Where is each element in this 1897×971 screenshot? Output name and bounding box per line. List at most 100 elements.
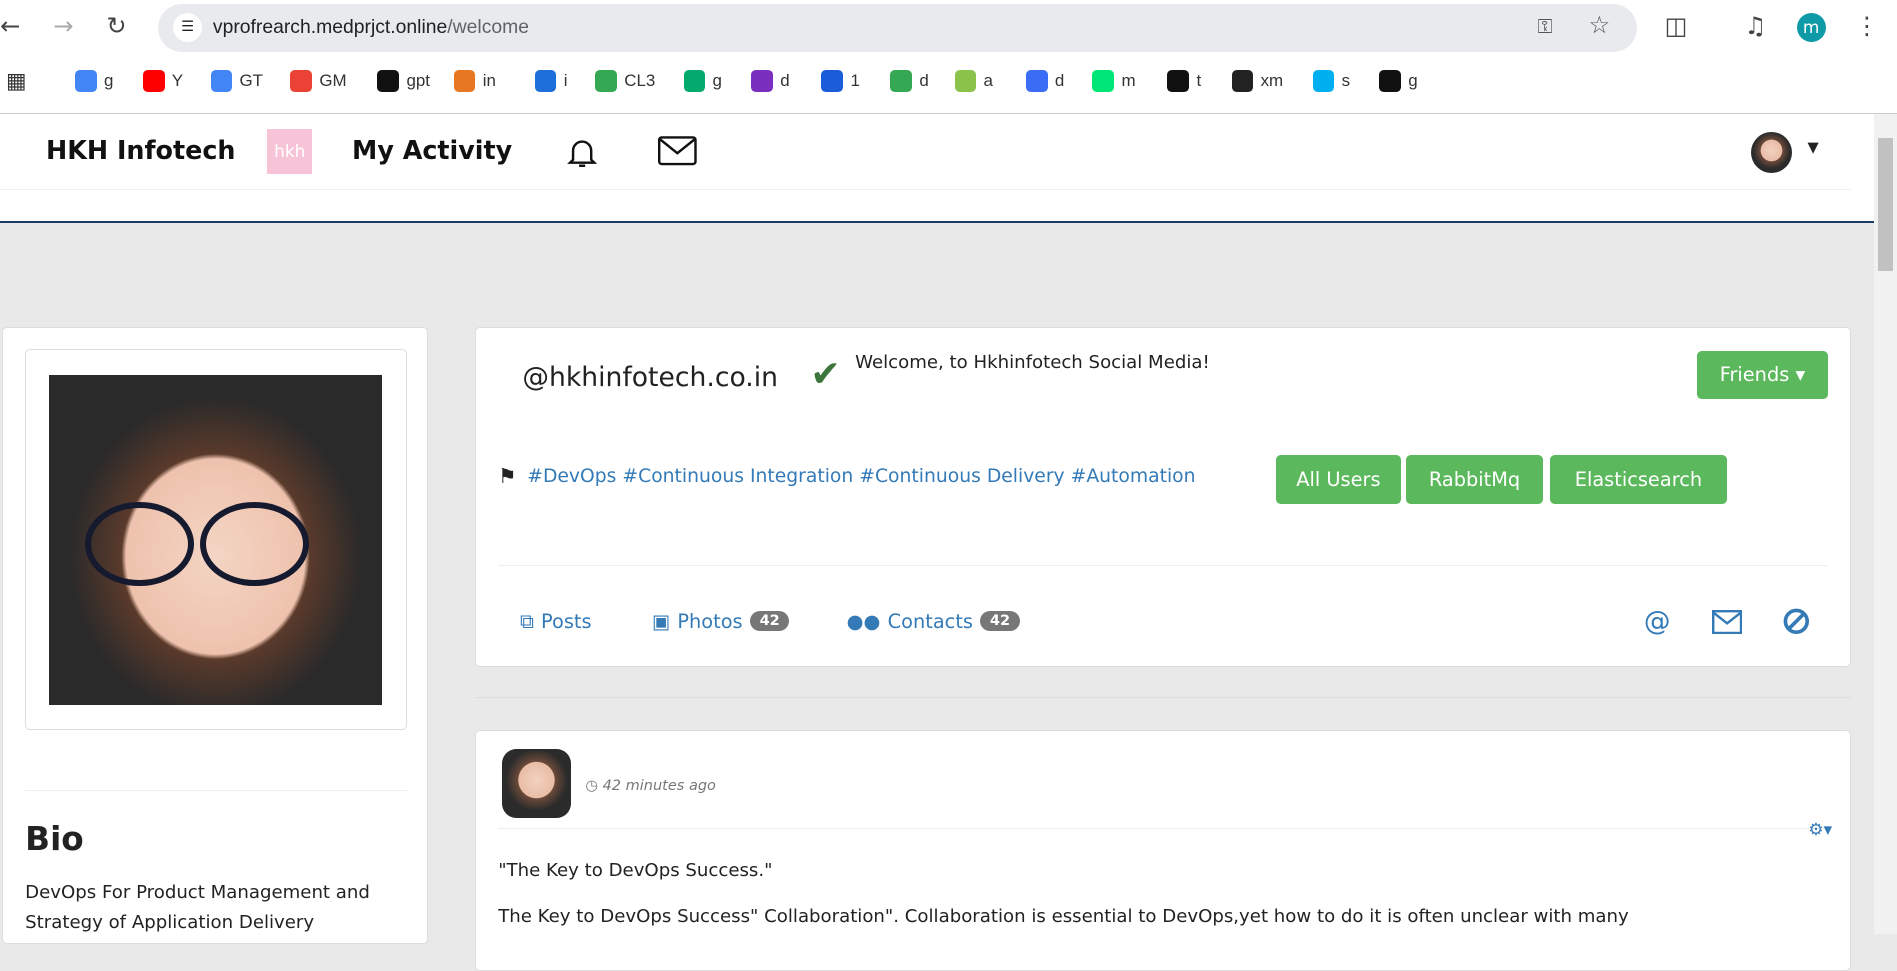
user-avatar[interactable] [1751,132,1792,173]
tab-posts[interactable]: ⧉ Posts [520,610,592,633]
envelope-icon[interactable] [1712,610,1742,634]
profile-photo [49,375,382,705]
profile-card: @hkhinfotech.co.in ✔ Welcome, to Hkhinfo… [475,327,1851,667]
profile-avatar[interactable]: m [1797,13,1826,42]
photos-label: Photos [677,610,742,633]
bio-heading: Bio [25,820,84,858]
bookmark[interactable]: d [751,70,789,92]
bookmark[interactable]: CL3 [595,70,655,92]
block-icon[interactable] [1783,608,1810,635]
bookmark[interactable]: GT [211,70,264,92]
bookmark-favicon-icon [1313,70,1335,92]
bookmark-favicon-icon [1092,70,1114,92]
reload-icon[interactable]: ↻ [106,12,126,40]
bookmark-label: i [564,71,568,91]
menu-icon[interactable]: ⋮ [1855,12,1879,40]
bookmark[interactable]: GM [290,70,346,92]
bookmark-label: g [104,71,113,91]
bookmark-label: CL3 [624,71,655,91]
bookmark-label: s [1342,71,1350,91]
bookmark-label: t [1196,71,1201,91]
bookmark[interactable]: in [454,70,496,92]
apps-icon[interactable]: ▦ [6,69,27,94]
bookmark-label: 1 [850,71,859,91]
browser-chrome: ← → ↻ ☰ vprofrearch.medprjct.online/welc… [0,0,1897,114]
bookmark-label: in [483,71,496,91]
brand[interactable]: HKH Infotech [46,135,236,165]
bookmark-label: d [1055,71,1064,91]
bookmark[interactable]: g [1379,70,1417,92]
extensions-icon[interactable]: ◫ [1665,12,1688,40]
bookmark-favicon-icon [377,70,399,92]
site-info-icon[interactable]: ☰ [173,13,202,42]
post-body: The Key to DevOps Success" Collaboration… [498,906,1629,927]
tab-photos[interactable]: ▣ Photos 42 [652,610,790,633]
bookmark[interactable]: s [1313,70,1350,92]
bookmark[interactable]: d [1026,70,1064,92]
bookmark-favicon-icon [751,70,773,92]
address-bar[interactable]: ☰ vprofrearch.medprjct.online/welcome ⚿ … [158,4,1636,52]
friends-dropdown[interactable]: Friends ▾ [1697,351,1828,399]
bookmark[interactable]: g [75,70,113,92]
bookmark[interactable]: g [684,70,722,92]
bookmark-favicon-icon [595,70,617,92]
rabbitmq-button[interactable]: RabbitMq [1406,455,1544,505]
post-author-avatar[interactable] [502,749,571,818]
bookmark-favicon-icon [535,70,557,92]
bookmark[interactable]: i [535,70,568,92]
bookmark[interactable]: xm [1232,70,1284,92]
tags-icon: ⚑ [498,464,516,488]
bookmark[interactable]: t [1167,70,1201,92]
star-icon[interactable]: ☆ [1588,11,1610,39]
elasticsearch-button[interactable]: Elasticsearch [1550,455,1728,505]
welcome-text: Welcome, to Hkhinfotech Social Media! [855,352,1210,373]
caret-down-icon[interactable]: ▼ [1807,140,1818,156]
bookmark-favicon-icon [955,70,977,92]
bookmark[interactable]: 1 [821,70,859,92]
bookmark-label: d [780,71,789,91]
bookmark[interactable]: Y [143,70,183,92]
bookmark-favicon-icon [1379,70,1401,92]
copy-icon: ⧉ [520,610,534,633]
logo[interactable]: hkh [267,129,312,174]
post-card: ◷ 42 minutes ago ⚙▾ "The Key to DevOps S… [475,730,1851,971]
photos-count-badge: 42 [750,611,790,632]
mail-icon[interactable] [658,135,697,166]
all-users-button[interactable]: All Users [1276,455,1401,505]
my-activity-link[interactable]: My Activity [352,135,512,165]
key-icon[interactable]: ⚿ [1538,15,1553,38]
url-path: /welcome [447,16,529,38]
bookmark-favicon-icon [821,70,843,92]
bookmark-label: GT [240,71,264,91]
at-icon[interactable]: @ [1644,606,1671,637]
page-scrollbar[interactable] [1874,114,1897,934]
friends-label: Friends [1720,363,1790,386]
back-icon[interactable]: ← [0,12,20,40]
scroll-thumb[interactable] [1878,138,1894,271]
gear-menu-icon[interactable]: ⚙▾ [1808,819,1832,839]
bio-text: DevOps For Product Management and Strate… [25,878,418,939]
bookmark-favicon-icon [211,70,233,92]
bookmark[interactable]: d [890,70,928,92]
bookmark-label: g [1408,71,1417,91]
contacts-count-badge: 42 [980,611,1020,632]
bookmark[interactable]: a [955,70,993,92]
tab-contacts[interactable]: ●●Contacts42 [847,610,1020,633]
posts-label: Posts [541,610,592,633]
bookmark-favicon-icon [1232,70,1254,92]
image-icon: ▣ [652,610,670,633]
bookmark-label: m [1121,71,1135,91]
page: HKH Infotech hkh My Activity ▼ Bio DevOp… [0,114,1874,934]
bookmark-label: g [713,71,722,91]
bookmark[interactable]: gpt [377,70,430,92]
bell-icon[interactable] [564,134,600,170]
url-host: vprofrearch.medprjct.online [213,16,447,38]
bookmark-favicon-icon [890,70,912,92]
media-icon[interactable]: ♫ [1745,12,1767,40]
bookmark[interactable]: m [1092,70,1135,92]
forward-icon[interactable]: → [53,12,73,40]
profile-sidebar: Bio DevOps For Product Management and St… [2,327,428,944]
post-title: "The Key to DevOps Success." [498,860,772,881]
hashtags[interactable]: #DevOps #Continuous Integration #Continu… [527,466,1195,487]
top-navbar: HKH Infotech hkh My Activity ▼ [0,114,1874,223]
